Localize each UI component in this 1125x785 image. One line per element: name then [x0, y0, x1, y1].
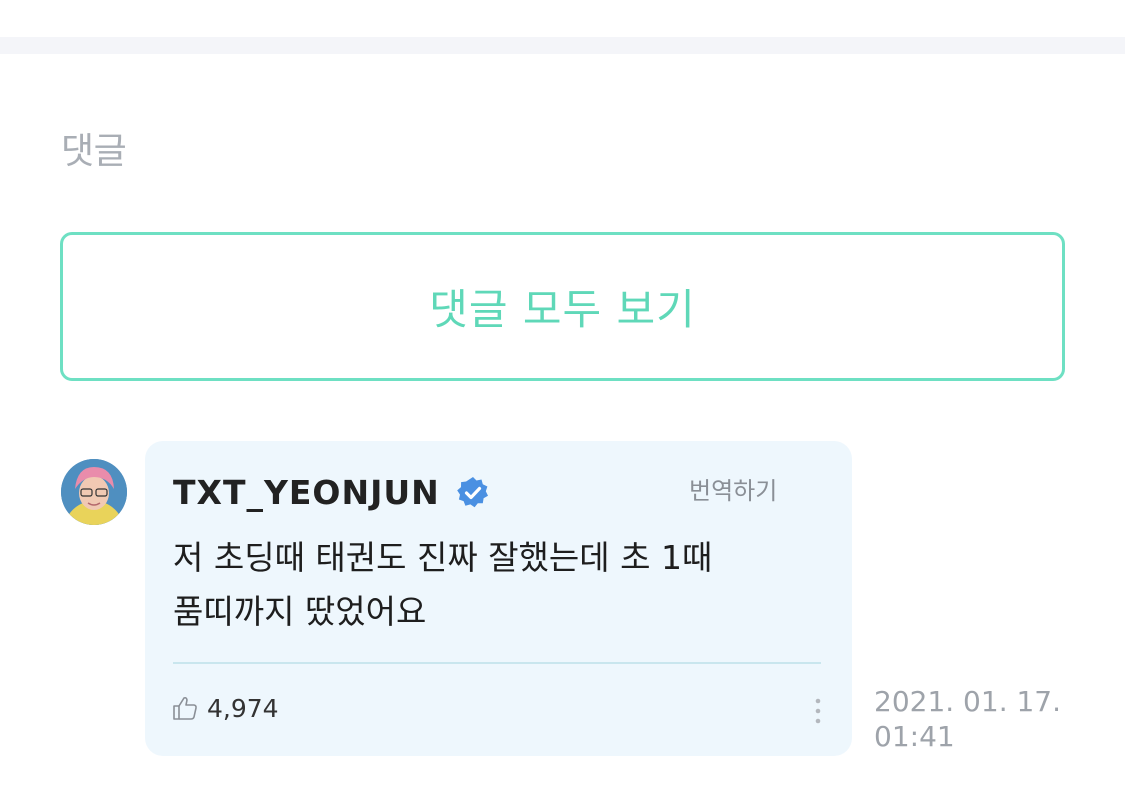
thumbs-up-icon: [173, 696, 197, 720]
comment-author-name[interactable]: TXT_YEONJUN: [173, 473, 440, 512]
comment-card-divider: [173, 662, 821, 664]
comments-page: 댓글 댓글 모두 보기 TXT_YEONJUN 번역하기 저 초딩때 태권도 진…: [0, 0, 1125, 785]
like-button[interactable]: 4,974: [171, 691, 279, 725]
verified-badge-icon: [457, 477, 488, 508]
comment-card: TXT_YEONJUN 번역하기 저 초딩때 태권도 진짜 잘했는데 초 1때 …: [145, 441, 852, 756]
avatar[interactable]: [61, 459, 127, 525]
comments-section-title: 댓글: [61, 131, 127, 172]
view-all-comments-label: 댓글 모두 보기: [429, 285, 696, 334]
comment-timestamp: 2021. 01. 17. 01:41: [874, 684, 1094, 754]
comment-time: 01:41: [874, 720, 955, 753]
view-all-comments-button[interactable]: 댓글 모두 보기: [60, 232, 1065, 381]
comment-text: 저 초딩때 태권도 진짜 잘했는데 초 1때 품띠까지 땄었어요: [173, 538, 713, 631]
more-vertical-icon[interactable]: [808, 695, 828, 727]
section-divider: [0, 37, 1125, 54]
translate-button[interactable]: 번역하기: [689, 471, 777, 506]
avatar-image: [61, 459, 127, 525]
like-count: 4,974: [207, 693, 279, 723]
comment-date: 2021. 01. 17.: [874, 685, 1062, 718]
